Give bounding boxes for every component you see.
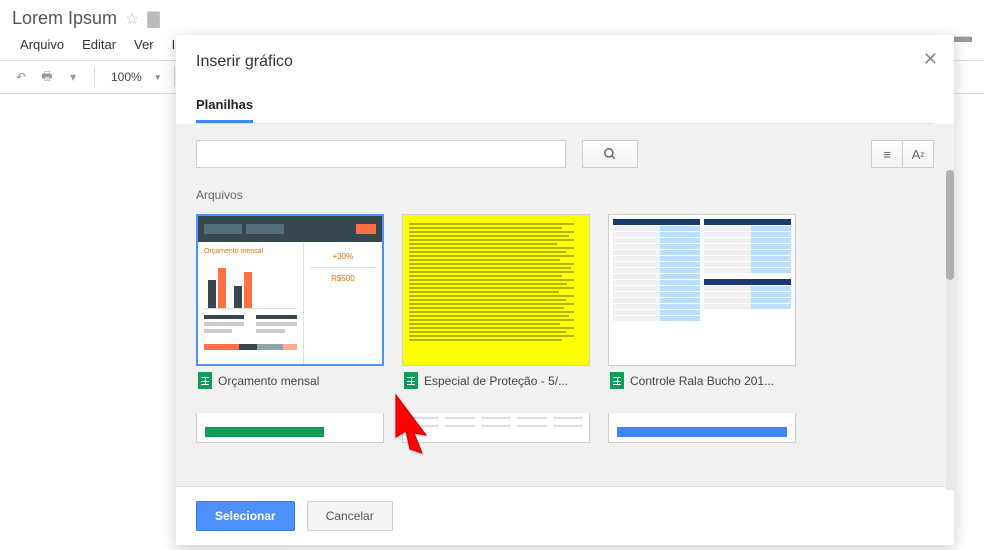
dialog-footer: Selecionar Cancelar (176, 486, 954, 545)
scrollbar-thumb[interactable] (946, 170, 954, 280)
file-name: Controle Rala Bucho 201... (630, 374, 774, 388)
tab-planilhas[interactable]: Planilhas (196, 89, 253, 123)
file-name: Orçamento mensal (218, 374, 319, 388)
file-name: Especial de Proteção - 5/... (424, 374, 568, 388)
section-label: Arquivos (196, 188, 934, 202)
dialog-title: Inserir gráfico (196, 53, 934, 71)
menu-arquivo[interactable]: Arquivo (12, 33, 72, 56)
search-button[interactable] (582, 140, 638, 168)
list-view-button[interactable]: ≡ (871, 140, 903, 168)
cancel-button[interactable]: Cancelar (307, 501, 393, 531)
comment-icon[interactable]: ▬ (954, 26, 972, 47)
star-icon[interactable]: ☆ (125, 9, 139, 29)
sheets-icon (610, 372, 624, 389)
file-item-especial[interactable]: Especial de Proteção - 5/... (402, 214, 590, 395)
file-item-controle[interactable]: Controle Rala Bucho 201... (608, 214, 796, 395)
menu-editar[interactable]: Editar (74, 33, 124, 56)
search-row: ≡ Az (176, 124, 954, 184)
select-button[interactable]: Selecionar (196, 501, 295, 531)
zoom-select[interactable]: 100% (107, 68, 146, 86)
search-input[interactable] (196, 140, 566, 168)
document-title[interactable]: Lorem Ipsum (12, 8, 117, 29)
paint-icon[interactable]: ▾ (64, 68, 82, 86)
sheets-icon (198, 372, 212, 389)
print-icon[interactable]: 🖶 (38, 68, 56, 86)
file-item-orcamento[interactable]: Orçamento mensal (196, 214, 384, 395)
sheets-icon (404, 372, 418, 389)
sort-button[interactable]: Az (902, 140, 934, 168)
search-icon (603, 147, 617, 161)
insert-chart-dialog: Inserir gráfico ✕ Planilhas ≡ Az Arquivo… (176, 35, 954, 545)
file-item-partial-2[interactable] (402, 413, 590, 443)
folder-icon[interactable]: ▇ (147, 9, 159, 29)
scrollbar[interactable] (946, 170, 954, 490)
menu-ver[interactable]: Ver (126, 33, 162, 56)
close-button[interactable]: ✕ (923, 49, 938, 70)
files-area: Arquivos Orçamento mensal (176, 184, 954, 486)
undo-icon[interactable]: ↶ (12, 68, 30, 86)
file-item-partial-3[interactable] (608, 413, 796, 443)
file-item-partial-1[interactable] (196, 413, 384, 443)
